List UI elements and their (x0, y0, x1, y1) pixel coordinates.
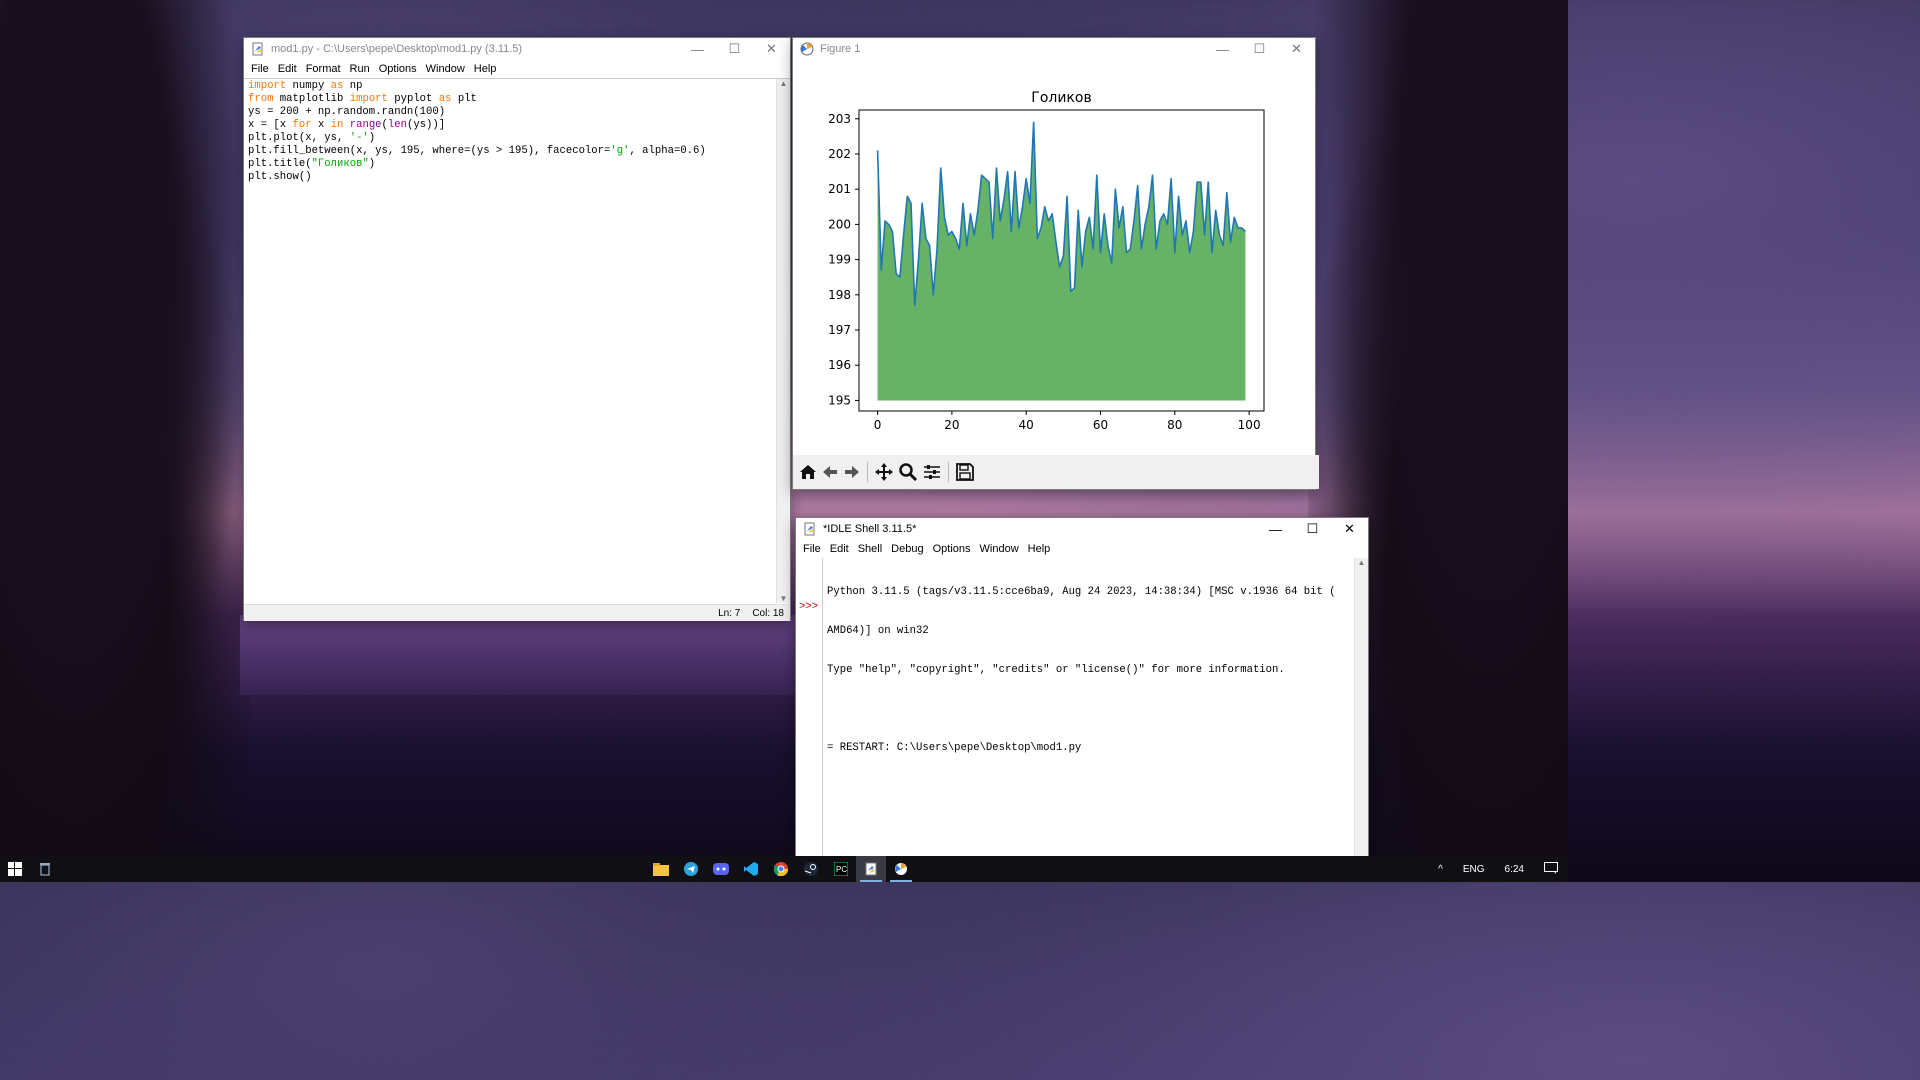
python-figure-icon[interactable] (886, 856, 916, 882)
discord-icon[interactable] (706, 856, 736, 882)
line-number: Ln: 7 (718, 607, 741, 619)
y-tick-label: 199 (828, 253, 851, 267)
close-icon[interactable]: ✕ (1278, 38, 1315, 60)
svg-text:PC: PC (836, 865, 847, 874)
y-tick-label: 198 (828, 288, 851, 302)
menu-shell[interactable]: Shell (855, 543, 888, 555)
file-explorer-icon[interactable] (646, 856, 676, 882)
menu-file[interactable]: File (800, 543, 827, 555)
minimize-icon[interactable]: — (1257, 518, 1294, 540)
menu-options[interactable]: Options (930, 543, 977, 555)
save-icon[interactable] (953, 460, 977, 484)
shell-title: *IDLE Shell 3.11.5* (823, 523, 917, 535)
y-tick-label: 196 (828, 358, 851, 372)
menu-edit[interactable]: Edit (827, 543, 855, 555)
chart-canvas[interactable]: Голиков 0 20 40 60 80 100 195 196 197 198 199 200 201… (793, 60, 1315, 455)
shell-scrollbar[interactable]: ▲ (1354, 558, 1368, 858)
recycle-bin-icon[interactable] (30, 856, 60, 882)
vscode-icon[interactable] (736, 856, 766, 882)
x-tick-label: 20 (944, 418, 959, 432)
chart-title: Голиков (1031, 90, 1091, 106)
editor-titlebar[interactable]: mod1.py - C:\Users\pepe\Desktop\mod1.py … (244, 38, 790, 60)
menu-run[interactable]: Run (347, 63, 376, 75)
maximize-icon[interactable]: ☐ (1241, 38, 1278, 60)
figure-titlebar[interactable]: Figure 1 — ☐ ✕ (793, 38, 1315, 60)
y-tick-label: 197 (828, 323, 851, 337)
figure-title: Figure 1 (820, 43, 861, 55)
back-icon[interactable] (819, 460, 841, 484)
toolbar-separator (948, 462, 949, 482)
code-editor[interactable]: import numpy as np from matplotlib impor… (248, 80, 773, 600)
menu-window[interactable]: Window (423, 63, 471, 75)
y-tick-label: 201 (828, 182, 851, 196)
idle-icon[interactable] (856, 856, 886, 882)
shell-window: *IDLE Shell 3.11.5* — ☐ ✕ File Edit Shel… (796, 518, 1368, 858)
y-tick-label: 195 (828, 393, 851, 407)
x-tick-label: 40 (1019, 418, 1034, 432)
menu-window[interactable]: Window (977, 543, 1025, 555)
start-icon[interactable] (0, 856, 30, 882)
shell-prompt: >>> (799, 601, 819, 613)
y-tick-label: 202 (828, 147, 851, 161)
shell-titlebar[interactable]: *IDLE Shell 3.11.5* — ☐ ✕ (796, 518, 1368, 540)
menu-help[interactable]: Help (471, 63, 503, 75)
y-tick-label: 200 (828, 217, 851, 231)
editor-title: mod1.py - C:\Users\pepe\Desktop\mod1.py … (271, 43, 523, 55)
minimize-icon[interactable]: — (1204, 38, 1241, 60)
shell-menubar: File Edit Shell Debug Options Window Hel… (796, 540, 1368, 558)
chevron-up-icon[interactable]: ^ (1428, 864, 1453, 875)
column-number: Col: 18 (752, 607, 784, 619)
system-tray: ^ ENG 6:24 (1428, 856, 1568, 882)
pycharm-icon[interactable]: PC (826, 856, 856, 882)
telegram-icon[interactable] (676, 856, 706, 882)
clock[interactable]: 6:24 (1495, 864, 1534, 875)
y-tick-label: 203 (828, 112, 851, 126)
editor-statusbar: Ln: 7 Col: 18 (244, 604, 790, 621)
configure-icon[interactable] (920, 460, 944, 484)
x-tick-label: 100 (1238, 418, 1261, 432)
minimize-icon[interactable]: — (679, 38, 716, 60)
idle-file-icon (251, 42, 265, 56)
toolbar-separator (867, 462, 868, 482)
maximize-icon[interactable]: ☐ (716, 38, 753, 60)
editor-scrollbar[interactable]: ▲ ▼ (776, 79, 790, 603)
wallpaper-city (240, 615, 800, 695)
matplotlib-icon (800, 42, 814, 56)
editor-menubar: File Edit Format Run Options Window Help (244, 60, 790, 78)
menu-format[interactable]: Format (303, 63, 347, 75)
shell-prompt-gutter: >>> (796, 558, 823, 858)
chrome-icon[interactable] (766, 856, 796, 882)
taskbar: PC ^ ENG 6:24 (0, 856, 1568, 882)
maximize-icon[interactable]: ☐ (1294, 518, 1331, 540)
close-icon[interactable]: ✕ (753, 38, 790, 60)
editor-window: mod1.py - C:\Users\pepe\Desktop\mod1.py … (244, 38, 790, 621)
x-tick-label: 80 (1167, 418, 1182, 432)
idle-shell-icon (803, 522, 817, 536)
zoom-icon[interactable] (896, 460, 920, 484)
menu-help[interactable]: Help (1025, 543, 1057, 555)
close-icon[interactable]: ✕ (1331, 518, 1368, 540)
menu-file[interactable]: File (248, 63, 275, 75)
figure-window: Figure 1 — ☐ ✕ Голиков 0 20 40 60 80 100 195 196… (793, 38, 1319, 489)
menu-debug[interactable]: Debug (888, 543, 929, 555)
x-tick-label: 0 (874, 418, 882, 432)
home-icon[interactable] (797, 460, 819, 484)
menu-options[interactable]: Options (376, 63, 423, 75)
menu-edit[interactable]: Edit (275, 63, 303, 75)
x-tick-label: 60 (1093, 418, 1108, 432)
notification-icon[interactable] (1534, 861, 1568, 877)
shell-output[interactable]: Python 3.11.5 (tags/v3.11.5:cce6ba9, Aug… (827, 560, 1347, 781)
pan-icon[interactable] (872, 460, 896, 484)
wallpaper-tree-left (0, 0, 250, 860)
language-indicator[interactable]: ENG (1453, 864, 1495, 875)
forward-icon[interactable] (841, 460, 863, 484)
steam-icon[interactable] (796, 856, 826, 882)
figure-toolbar (793, 455, 1319, 489)
